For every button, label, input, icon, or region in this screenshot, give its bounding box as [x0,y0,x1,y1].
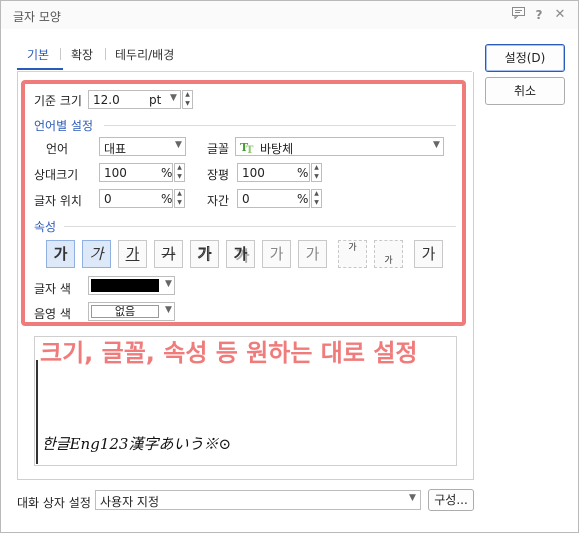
tab-separator [60,48,61,60]
active-tab-indicator [17,68,63,70]
cancel-button[interactable]: 취소 [485,77,565,105]
tab-border-background[interactable]: 테두리/배경 [115,46,174,63]
dialog-settings-select[interactable]: 사용자 지정 ▼ [95,490,421,510]
config-button[interactable]: 구성... [428,489,474,511]
dialog-title: 글자 모양 [13,10,61,24]
dialog-settings-value: 사용자 지정 [100,495,160,509]
tab-basic[interactable]: 기본 [27,46,49,63]
preview-cursor [36,360,38,464]
tab-extended[interactable]: 확장 [71,46,93,63]
tab-separator [105,48,106,60]
annotation-text: 크기, 글꼴, 속성 등 원하는 대로 설정 [40,339,418,367]
close-icon[interactable]: ✕ [552,7,568,23]
help-icon[interactable]: ? [531,7,547,23]
preview-text: 한글Eng123漢字あいう※⊙ [42,435,232,453]
dialog-settings-label: 대화 상자 설정 [17,496,91,510]
set-button[interactable]: 설정(D) [485,44,565,72]
comment-icon[interactable] [510,7,526,23]
chevron-down-icon[interactable]: ▼ [409,493,416,503]
highlight-box [21,80,466,326]
title-bar: 글자 모양 ? ✕ [1,1,578,29]
